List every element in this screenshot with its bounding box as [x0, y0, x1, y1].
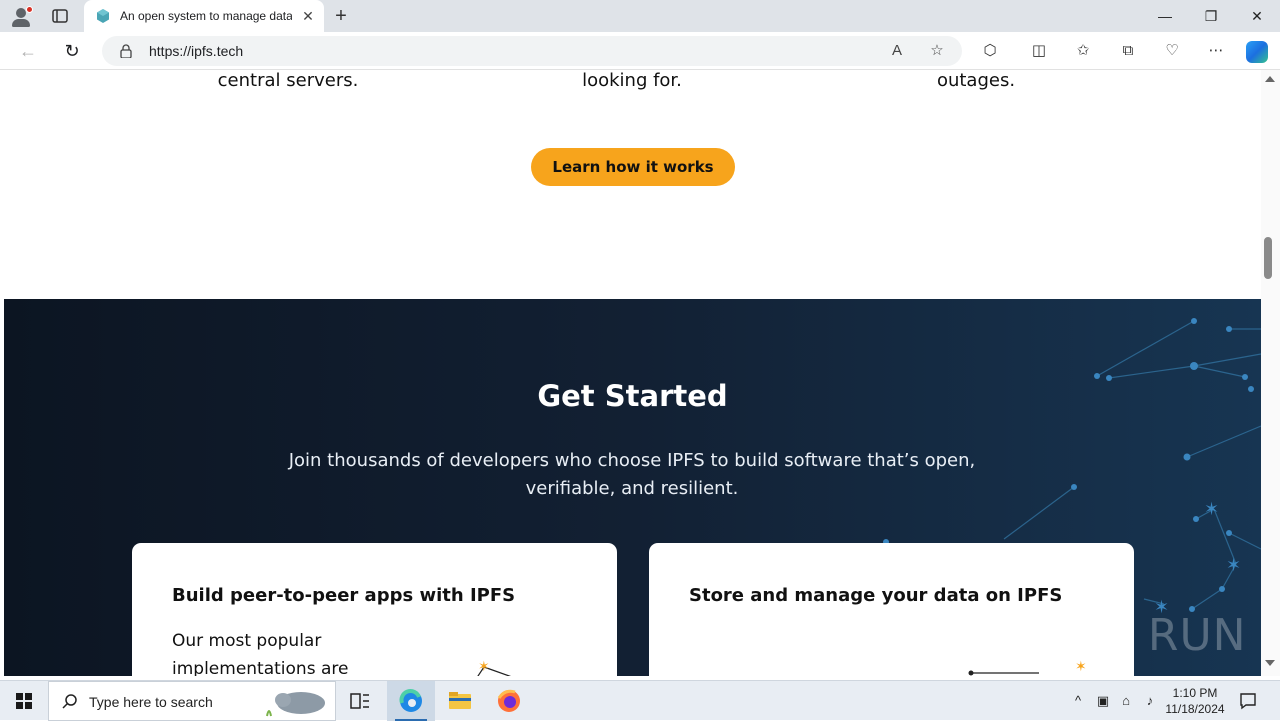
- svg-text:✶: ✶: [1226, 555, 1241, 576]
- browser-essentials-icon[interactable]: ♡: [1162, 41, 1182, 61]
- get-started-subtitle: Join thousands of developers who choose …: [288, 450, 976, 499]
- read-aloud-icon[interactable]: A: [888, 42, 906, 60]
- browser-toolbar: ← ↻ https://ipfs.tech A ☆ ⬡ ◫ ✩ ⧉ ♡ ⋯: [0, 32, 1280, 70]
- scroll-up-icon[interactable]: [1265, 76, 1275, 82]
- task-view-icon[interactable]: [336, 681, 384, 721]
- copilot-icon[interactable]: [1246, 41, 1268, 63]
- extensions-icon[interactable]: ⬡: [980, 41, 1000, 61]
- tab-close-icon[interactable]: ✕: [300, 8, 316, 24]
- page-scrollbar[interactable]: [1261, 70, 1280, 676]
- taskbar-clock[interactable]: 1:10 PM 11/18/2024: [1160, 685, 1230, 717]
- feature-text-2: looking for.: [582, 70, 682, 91]
- feature-text-1: central servers.: [217, 70, 359, 91]
- firefox-icon[interactable]: [485, 681, 533, 721]
- url-text[interactable]: https://ipfs.tech: [149, 43, 243, 59]
- page-viewport: central servers. looking for. outages. L…: [4, 70, 1261, 676]
- search-icon: [62, 694, 77, 709]
- refresh-icon[interactable]: ↻: [61, 40, 83, 62]
- split-screen-icon[interactable]: ◫: [1029, 41, 1049, 61]
- svg-text:✶: ✶: [478, 659, 490, 675]
- taskbar-search-box[interactable]: Type here to search: [48, 681, 336, 721]
- browser-titlebar: An open system to manage data without a …: [0, 0, 1280, 32]
- svg-text:✶: ✶: [1075, 659, 1087, 675]
- volume-icon[interactable]: ♪: [1141, 692, 1159, 710]
- svg-text:✶: ✶: [1204, 499, 1219, 520]
- notifications-icon[interactable]: [1238, 691, 1258, 711]
- edge-taskbar-app[interactable]: [387, 681, 435, 721]
- clock-date: 11/18/2024: [1165, 702, 1225, 716]
- address-bar[interactable]: https://ipfs.tech A ☆: [102, 36, 962, 66]
- feature-text-3: outages.: [936, 70, 1016, 91]
- card-title: Store and manage your data on IPFS: [689, 585, 1063, 606]
- lock-icon[interactable]: [120, 44, 132, 58]
- restore-button[interactable]: ❐: [1188, 0, 1234, 32]
- tab-title: An open system to manage data without a …: [120, 9, 292, 23]
- back-icon[interactable]: ←: [17, 40, 39, 62]
- network-illustration-icon: ✶: [477, 659, 511, 676]
- learn-how-it-works-button[interactable]: Learn how it works: [531, 148, 735, 186]
- favorite-star-icon[interactable]: ☆: [928, 42, 946, 60]
- manatee-search-highlight-icon: [266, 692, 325, 717]
- new-tab-button[interactable]: +: [330, 5, 352, 27]
- card-title: Build peer-to-peer apps with IPFS: [172, 585, 516, 606]
- scroll-down-icon[interactable]: [1265, 660, 1275, 666]
- build-apps-card[interactable]: Build peer-to-peer apps with IPFS Our mo…: [132, 543, 617, 676]
- network-icon[interactable]: ⌂: [1117, 692, 1135, 710]
- device-icon[interactable]: ▣: [1094, 692, 1112, 710]
- active-tab[interactable]: An open system to manage data without a …: [84, 0, 324, 32]
- tab-actions-icon[interactable]: [50, 6, 70, 26]
- profile-icon[interactable]: [10, 6, 33, 28]
- file-explorer-icon[interactable]: [436, 681, 484, 721]
- favorites-icon[interactable]: ✩: [1073, 41, 1093, 61]
- minimize-button[interactable]: —: [1142, 0, 1188, 32]
- edge-icon: [399, 689, 422, 712]
- scroll-thumb[interactable]: [1264, 237, 1272, 279]
- get-started-title: Get Started: [537, 379, 728, 413]
- ipfs-favicon-icon: [97, 9, 109, 23]
- more-icon[interactable]: ⋯: [1206, 41, 1226, 61]
- windows-taskbar: Type here to search ^ ▣ ⌂ ♪ 1:10 PM 11/1…: [0, 680, 1280, 721]
- clock-time: 1:10 PM: [1172, 686, 1218, 700]
- search-placeholder: Type here to search: [89, 694, 213, 710]
- tray-overflow-icon[interactable]: ^: [1069, 692, 1087, 710]
- card-body: Our most popular implementations are: [172, 631, 349, 676]
- windows-start-icon[interactable]: [0, 681, 48, 721]
- close-window-button[interactable]: ✕: [1234, 0, 1280, 32]
- collections-icon[interactable]: ⧉: [1118, 41, 1138, 61]
- anyrun-watermark: ANY RUN: [1040, 610, 1247, 661]
